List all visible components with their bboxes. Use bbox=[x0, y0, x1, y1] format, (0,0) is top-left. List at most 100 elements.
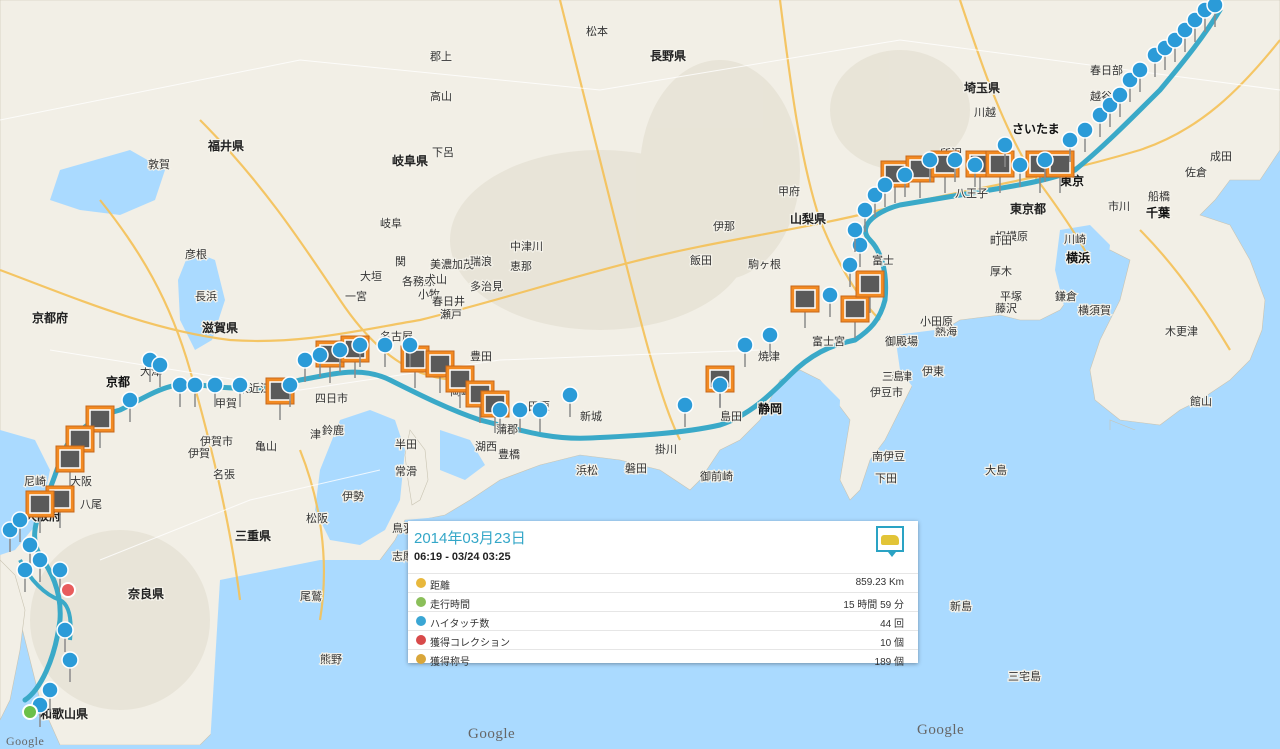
stat-icon bbox=[416, 635, 426, 645]
hand-icon bbox=[51, 561, 69, 579]
place-label: 豊橋 bbox=[498, 447, 520, 461]
hand-icon bbox=[491, 401, 509, 419]
hand-icon bbox=[876, 176, 894, 194]
place-label: 美濃加茂 bbox=[430, 257, 474, 271]
stat-icon bbox=[416, 654, 426, 664]
hand-icon bbox=[511, 401, 529, 419]
place-label: 木更津 bbox=[1165, 325, 1198, 338]
place-label: 京都 bbox=[106, 374, 130, 389]
place-label: 奈良県 bbox=[127, 586, 164, 601]
stat-icon bbox=[416, 578, 426, 588]
place-label: 館山 bbox=[1190, 394, 1212, 408]
end-pin[interactable] bbox=[22, 704, 38, 720]
marker-photo bbox=[69, 429, 91, 449]
stat-row: 走行時間 15 時間 59 分 bbox=[408, 592, 918, 611]
place-label: 甲府 bbox=[778, 184, 800, 198]
hand-icon bbox=[401, 336, 419, 354]
stat-value: 15 時間 59 分 bbox=[843, 600, 904, 611]
place-label: 京都府 bbox=[32, 310, 68, 325]
hand-icon bbox=[21, 536, 39, 554]
place-label: 伊賀市 bbox=[200, 434, 233, 448]
place-label: 小田原 bbox=[920, 315, 953, 328]
hand-icon bbox=[676, 396, 694, 414]
stat-value: 10 個 bbox=[880, 638, 904, 649]
place-label: 伊勢 bbox=[342, 489, 364, 503]
place-label: 東京都 bbox=[1010, 201, 1046, 216]
google-logo-3: Google bbox=[6, 734, 45, 748]
hand-icon bbox=[41, 681, 59, 699]
hand-icon bbox=[1011, 156, 1029, 174]
place-label: 多治見 bbox=[470, 279, 503, 293]
stat-value: 189 個 bbox=[874, 657, 904, 668]
place-label: 新城 bbox=[580, 409, 602, 423]
place-label: 滋賀県 bbox=[202, 320, 238, 335]
hand-icon bbox=[921, 151, 939, 169]
place-label: 常滑 bbox=[395, 465, 417, 478]
stat-label: 獲得コレクション bbox=[430, 638, 510, 649]
place-label: 下田 bbox=[875, 472, 897, 485]
place-label: 焼津 bbox=[758, 350, 780, 363]
place-label: 尾鷲 bbox=[300, 589, 322, 603]
place-label: 福井県 bbox=[207, 138, 244, 153]
hand-icon bbox=[11, 511, 29, 529]
place-label: 三重県 bbox=[235, 528, 271, 543]
stat-row: 獲得称号 189 個 bbox=[408, 649, 918, 668]
place-label: 名張 bbox=[213, 467, 235, 481]
place-label: 新島 bbox=[950, 599, 972, 613]
place-label: 富士宮 bbox=[812, 334, 845, 348]
place-label: 伊賀 bbox=[188, 447, 210, 460]
hand-icon bbox=[351, 336, 369, 354]
place-label: 町田 bbox=[990, 234, 1012, 247]
stat-label: 獲得称号 bbox=[430, 657, 470, 668]
trip-photo-thumbnail[interactable] bbox=[876, 526, 904, 557]
google-logo: Google bbox=[468, 726, 516, 742]
place-label: 横須賀 bbox=[1078, 303, 1111, 317]
place-label: 中津川 bbox=[510, 240, 543, 253]
stat-icon bbox=[416, 597, 426, 607]
place-label: 春日部 bbox=[1090, 63, 1123, 77]
hand-icon bbox=[996, 136, 1014, 154]
place-label: 富士 bbox=[872, 253, 894, 267]
hand-icon bbox=[846, 221, 864, 239]
place-label: 伊那 bbox=[713, 220, 735, 233]
start-pin[interactable] bbox=[60, 582, 76, 598]
stat-label: 距離 bbox=[430, 581, 450, 592]
place-label: 松阪 bbox=[306, 511, 328, 525]
place-label: 埼玉県 bbox=[964, 80, 1000, 95]
place-label: 伊東 bbox=[922, 365, 944, 378]
hand-icon bbox=[1036, 151, 1054, 169]
hand-icon bbox=[1206, 0, 1224, 14]
hand-icon bbox=[821, 286, 839, 304]
place-label: 南伊豆 bbox=[872, 450, 905, 463]
place-label: さいたま bbox=[1012, 122, 1060, 136]
marker-photo bbox=[29, 494, 51, 514]
place-label: 四日市 bbox=[315, 391, 348, 405]
stat-value: 44 回 bbox=[880, 619, 904, 630]
place-label: 浜松 bbox=[576, 463, 598, 477]
place-label: 大垣 bbox=[360, 269, 382, 283]
place-label: 半田 bbox=[395, 437, 417, 451]
stat-value: 859.23 Km bbox=[855, 577, 904, 588]
marker-photo bbox=[859, 274, 881, 294]
hand-icon bbox=[151, 356, 169, 374]
hand-icon bbox=[1131, 61, 1149, 79]
hand-icon bbox=[946, 151, 964, 169]
place-label: 静岡 bbox=[758, 401, 782, 416]
place-label: 瑞浪 bbox=[470, 254, 492, 268]
place-label: 一宮 bbox=[345, 289, 367, 303]
place-label: 掛川 bbox=[655, 442, 677, 456]
place-label: 平塚 bbox=[1000, 290, 1022, 303]
place-label: 三宅島 bbox=[1008, 669, 1041, 683]
hand-icon bbox=[171, 376, 189, 394]
hand-icon bbox=[186, 376, 204, 394]
place-label: 高山 bbox=[430, 89, 452, 103]
place-label: 鈴鹿 bbox=[322, 423, 344, 437]
place-label: 川越 bbox=[974, 105, 996, 119]
terrain-alps bbox=[640, 60, 800, 280]
place-label: 御殿場 bbox=[885, 334, 918, 348]
hand-icon bbox=[1076, 121, 1094, 139]
trip-time-range: 06:19 - 03/24 03:25 bbox=[414, 551, 511, 563]
place-label: 磐田 bbox=[625, 461, 647, 475]
place-label: 下呂 bbox=[432, 146, 454, 159]
place-label: 三島 bbox=[882, 369, 904, 383]
